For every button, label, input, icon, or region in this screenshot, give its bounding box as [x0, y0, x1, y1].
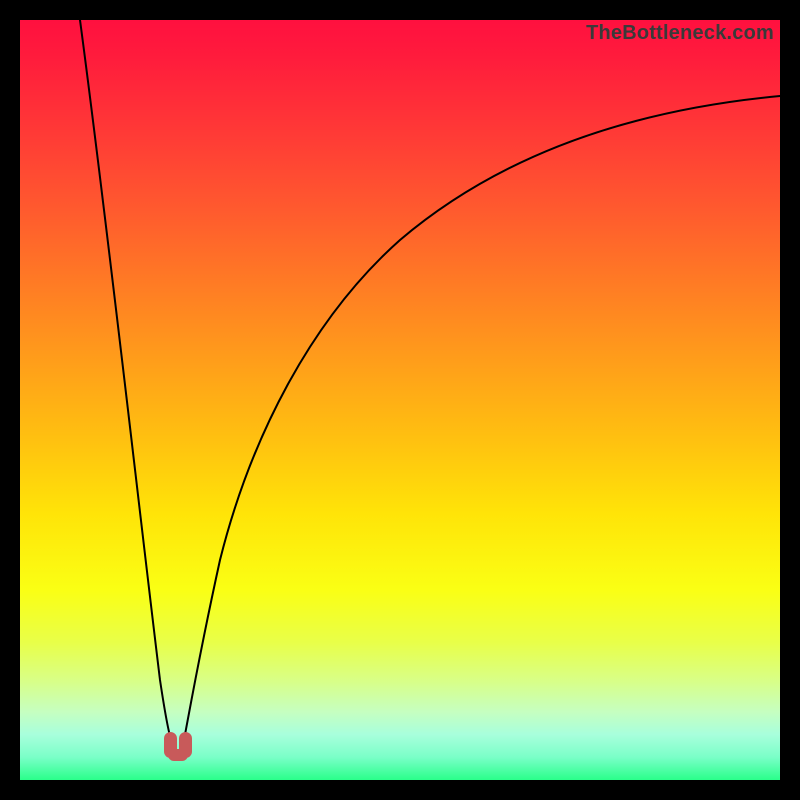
curve-left-branch	[80, 20, 173, 745]
curve-right-branch	[183, 96, 780, 745]
chart-area: TheBottleneck.com	[20, 20, 780, 780]
bottleneck-curve	[20, 20, 780, 780]
min-marker-bottom	[168, 749, 188, 761]
